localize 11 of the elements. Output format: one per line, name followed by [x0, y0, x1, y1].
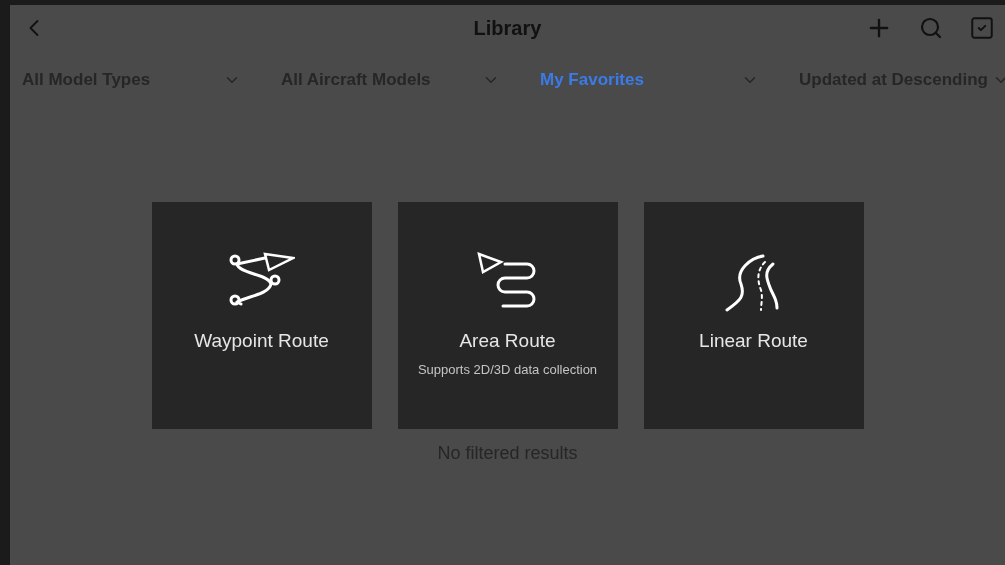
search-icon — [919, 16, 943, 40]
route-type-label: Linear Route — [699, 330, 808, 352]
route-type-label: Waypoint Route — [194, 330, 329, 352]
route-type-card[interactable]: Waypoint Route — [151, 202, 372, 429]
page-title: Library — [473, 16, 542, 40]
route-type-label: Area Route — [459, 330, 556, 352]
route-type-description: Supports 2D/3D data collection — [417, 362, 598, 377]
checkbox-icon — [969, 15, 995, 41]
route-type-card[interactable]: Area Route Supports 2D/3D data collection — [397, 202, 618, 429]
route-type-card[interactable]: Linear Route — [643, 202, 864, 429]
filter-dropdown[interactable]: My Favorites — [540, 63, 799, 97]
